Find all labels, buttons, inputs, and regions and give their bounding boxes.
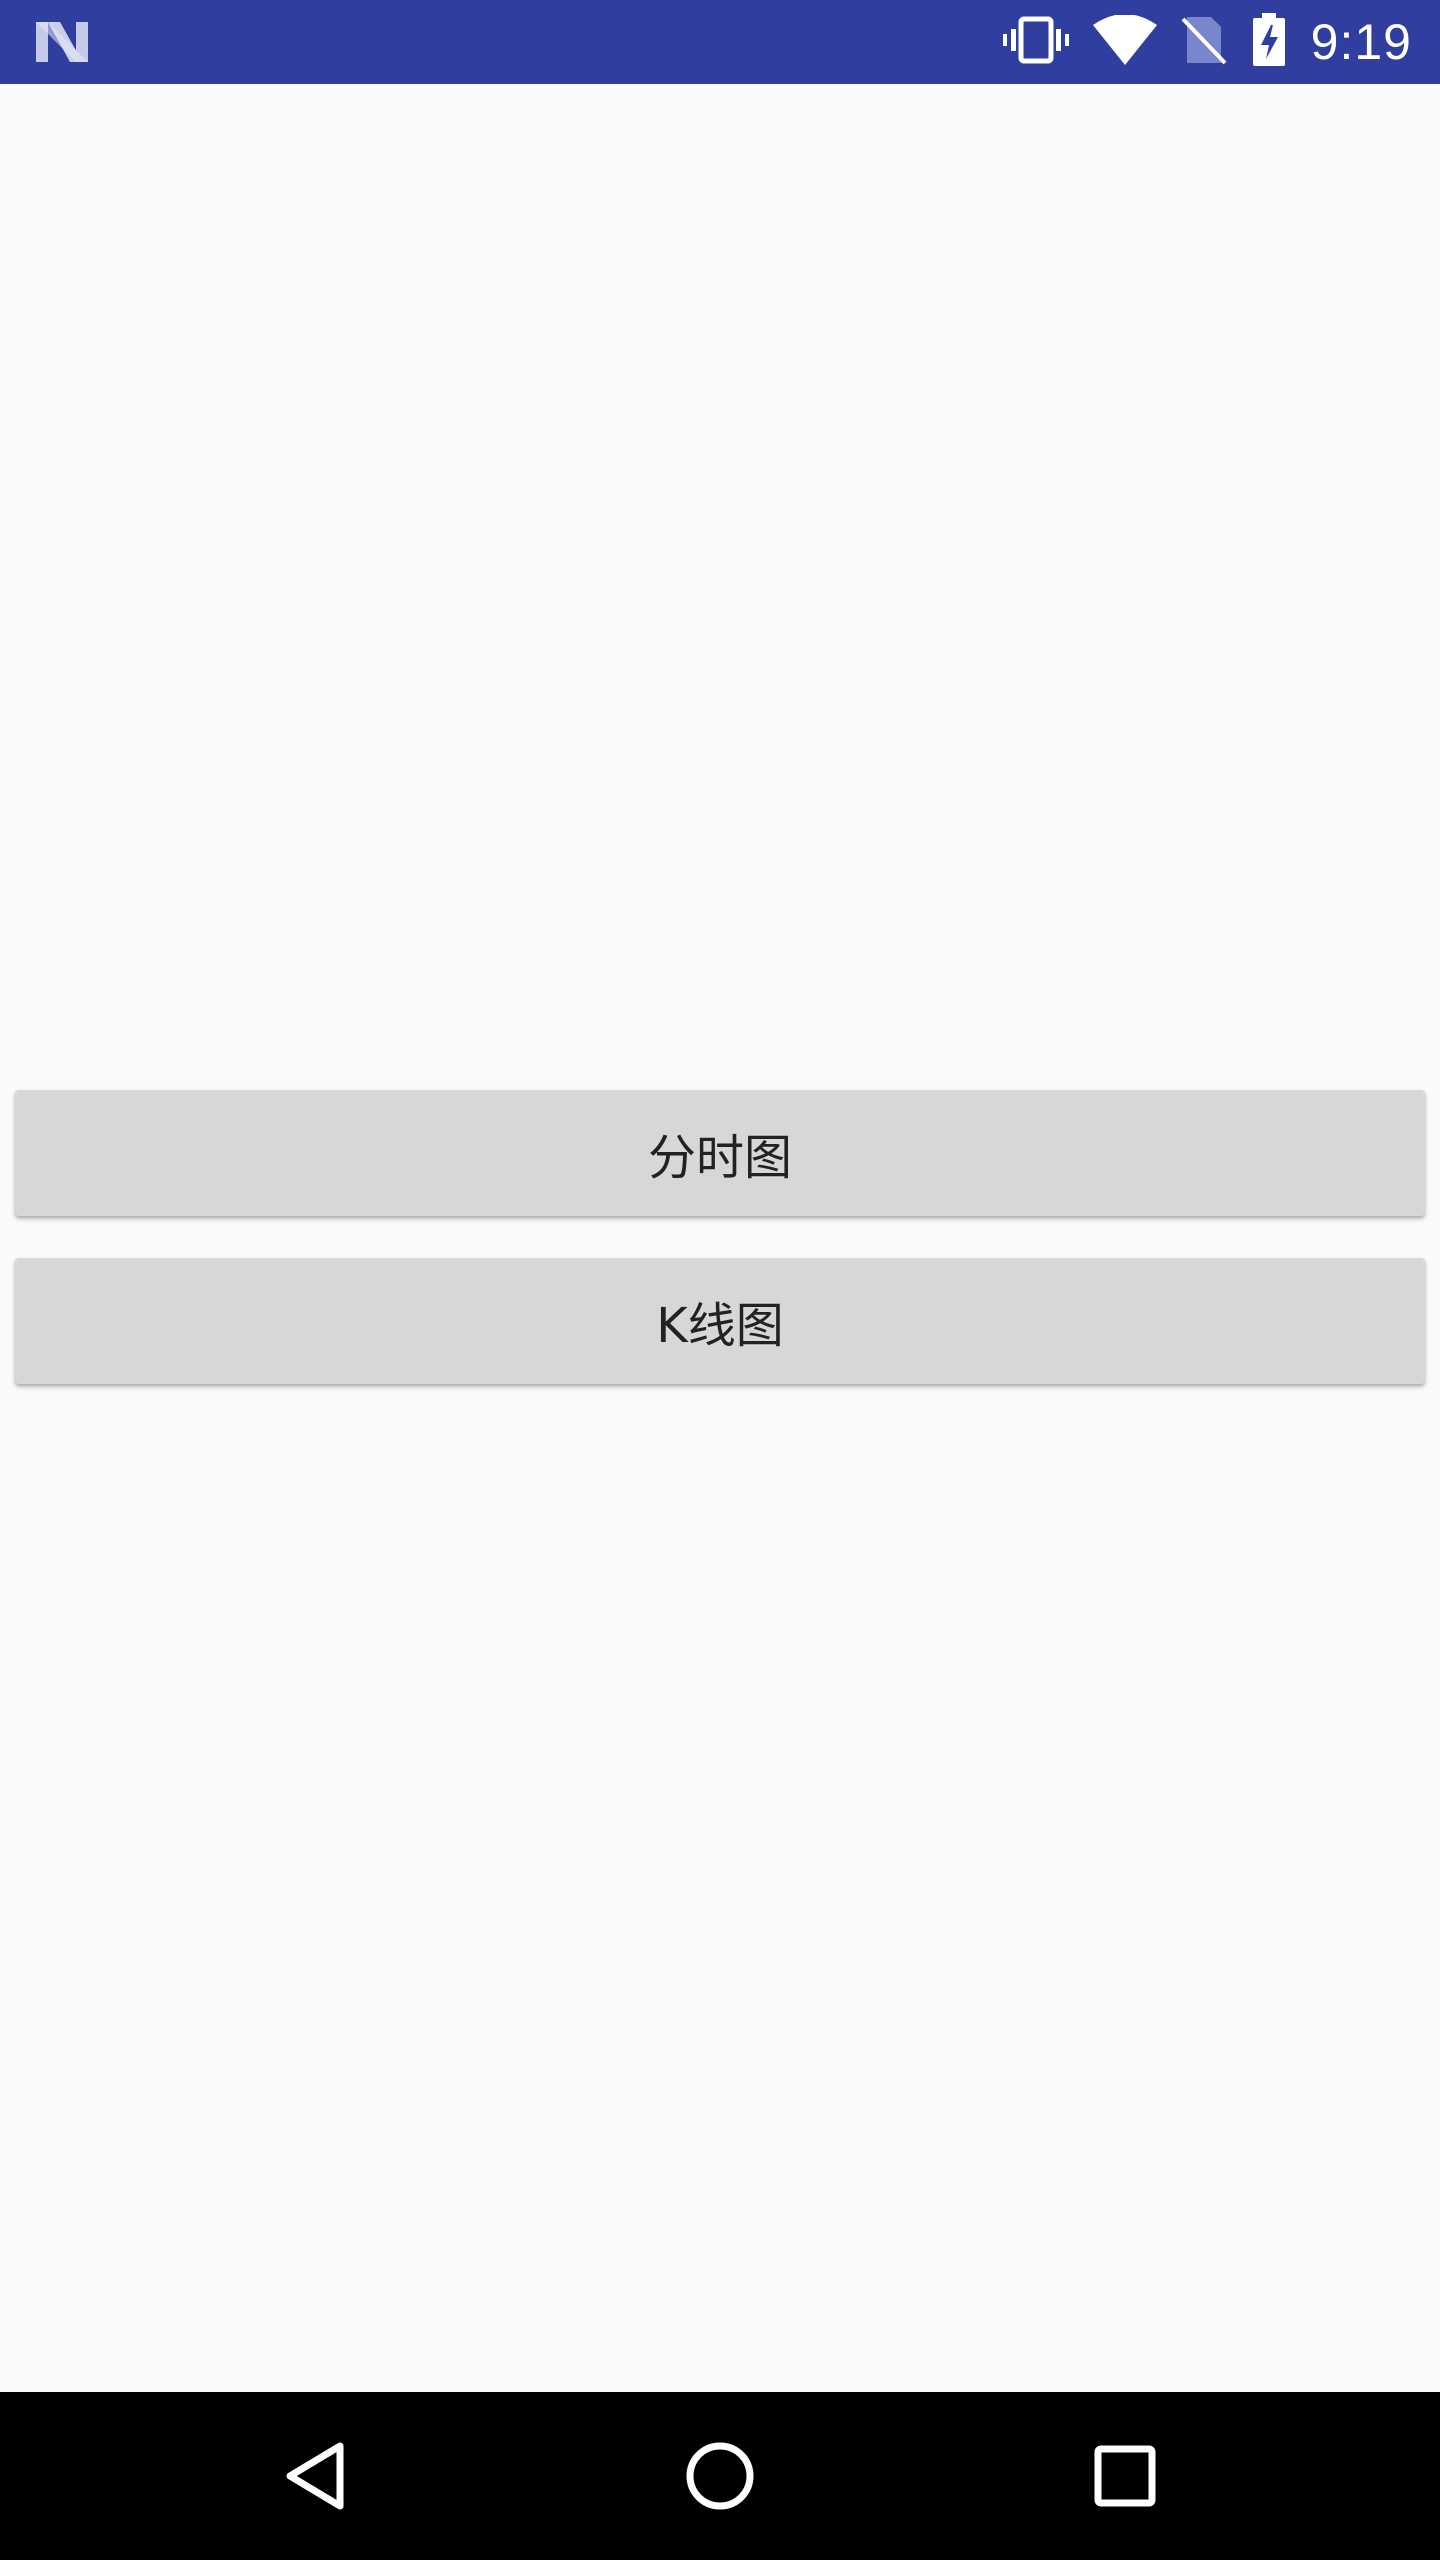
navigation-bar <box>0 2392 1440 2560</box>
home-icon <box>686 2442 754 2510</box>
recent-apps-button[interactable] <box>1045 2392 1205 2560</box>
no-sim-icon <box>1181 15 1227 69</box>
back-icon <box>286 2442 344 2510</box>
wifi-icon <box>1092 14 1157 69</box>
app-screen: 9:19 分时图 K线图 <box>0 0 1440 2560</box>
battery-charging-icon <box>1251 13 1287 71</box>
status-bar: 9:19 <box>0 0 1440 84</box>
kline-chart-button[interactable]: K线图 <box>15 1258 1425 1384</box>
back-button[interactable] <box>236 2392 396 2560</box>
kline-chart-button-label: K线图 <box>656 1298 784 1354</box>
minute-chart-button[interactable]: 分时图 <box>15 1090 1425 1216</box>
home-button[interactable] <box>640 2392 800 2560</box>
minute-chart-button-label: 分时图 <box>647 1130 792 1186</box>
status-clock: 9:19 <box>1310 14 1412 70</box>
recent-apps-icon <box>1094 2445 1156 2507</box>
main-content: 分时图 K线图 <box>0 84 1440 2392</box>
status-icons: 9:19 <box>1002 0 1412 84</box>
android-n-logo-icon <box>36 22 88 62</box>
vibrate-icon <box>1002 15 1069 69</box>
